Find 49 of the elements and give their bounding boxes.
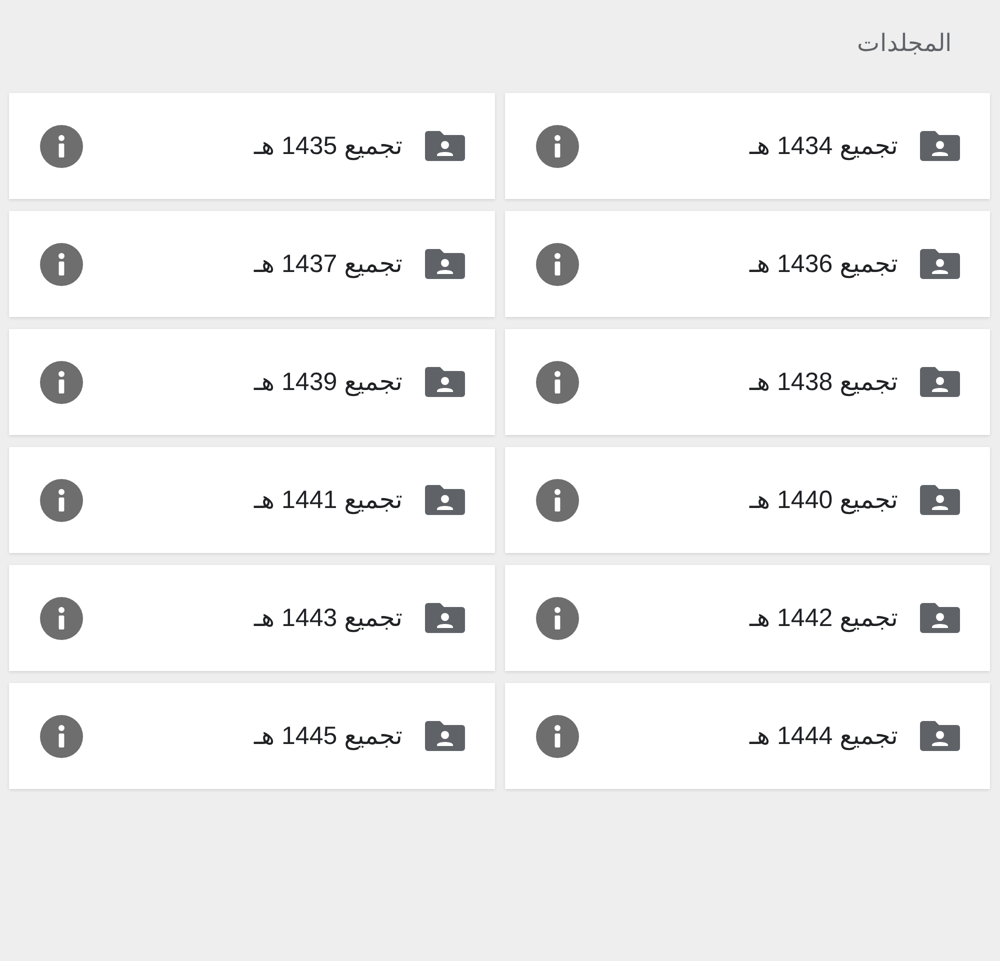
folder-card[interactable]: تجميع 1440 هـ xyxy=(504,447,990,553)
folder-card[interactable]: تجميع 1443 هـ xyxy=(9,565,494,671)
folder-name: تجميع 1441 هـ xyxy=(254,485,402,515)
folder-person-icon xyxy=(424,485,464,515)
info-icon[interactable] xyxy=(536,360,578,404)
info-icon[interactable] xyxy=(536,124,578,168)
folder-card[interactable]: تجميع 1441 هـ xyxy=(9,447,494,553)
folder-card[interactable]: تجميع 1438 هـ xyxy=(504,329,990,435)
info-icon[interactable] xyxy=(40,596,83,640)
folder-card[interactable]: تجميع 1435 هـ xyxy=(9,93,494,199)
info-icon[interactable] xyxy=(40,124,83,168)
folder-person-icon xyxy=(920,131,960,161)
folder-card[interactable]: تجميع 1434 هـ xyxy=(504,93,990,199)
folder-name: تجميع 1444 هـ xyxy=(750,721,898,751)
info-icon[interactable] xyxy=(536,596,578,640)
folder-person-icon xyxy=(424,131,464,161)
folder-name: تجميع 1436 هـ xyxy=(750,249,898,279)
folder-name: تجميع 1439 هـ xyxy=(254,367,402,397)
info-icon[interactable] xyxy=(536,714,578,758)
info-icon[interactable] xyxy=(40,714,83,758)
folder-card[interactable]: تجميع 1439 هـ xyxy=(9,329,494,435)
folder-person-icon xyxy=(424,603,464,633)
folder-card[interactable]: تجميع 1442 هـ xyxy=(504,565,990,671)
folder-name: تجميع 1445 هـ xyxy=(254,721,402,751)
folder-card[interactable]: تجميع 1436 هـ xyxy=(504,211,990,317)
info-icon[interactable] xyxy=(40,478,83,522)
info-icon[interactable] xyxy=(536,478,578,522)
folder-person-icon xyxy=(920,249,960,279)
folder-person-icon xyxy=(920,721,960,751)
folder-card[interactable]: تجميع 1444 هـ xyxy=(504,683,990,789)
info-icon[interactable] xyxy=(40,242,83,286)
folder-person-icon xyxy=(920,367,960,397)
folder-name: تجميع 1442 هـ xyxy=(750,603,898,633)
folder-person-icon xyxy=(920,603,960,633)
folder-person-icon xyxy=(424,721,464,751)
folder-name: تجميع 1438 هـ xyxy=(750,367,898,397)
folder-name: تجميع 1443 هـ xyxy=(254,603,402,633)
section-title: المجلدات xyxy=(857,28,952,59)
folder-name: تجميع 1440 هـ xyxy=(750,485,898,515)
folder-card[interactable]: تجميع 1445 هـ xyxy=(9,683,494,789)
folder-name: تجميع 1437 هـ xyxy=(254,249,402,279)
folder-person-icon xyxy=(424,249,464,279)
folder-person-icon xyxy=(920,485,960,515)
folder-card[interactable]: تجميع 1437 هـ xyxy=(9,211,494,317)
info-icon[interactable] xyxy=(536,242,578,286)
folder-name: تجميع 1434 هـ xyxy=(750,131,898,161)
folder-person-icon xyxy=(424,367,464,397)
info-icon[interactable] xyxy=(40,360,83,404)
folder-name: تجميع 1435 هـ xyxy=(254,131,402,161)
